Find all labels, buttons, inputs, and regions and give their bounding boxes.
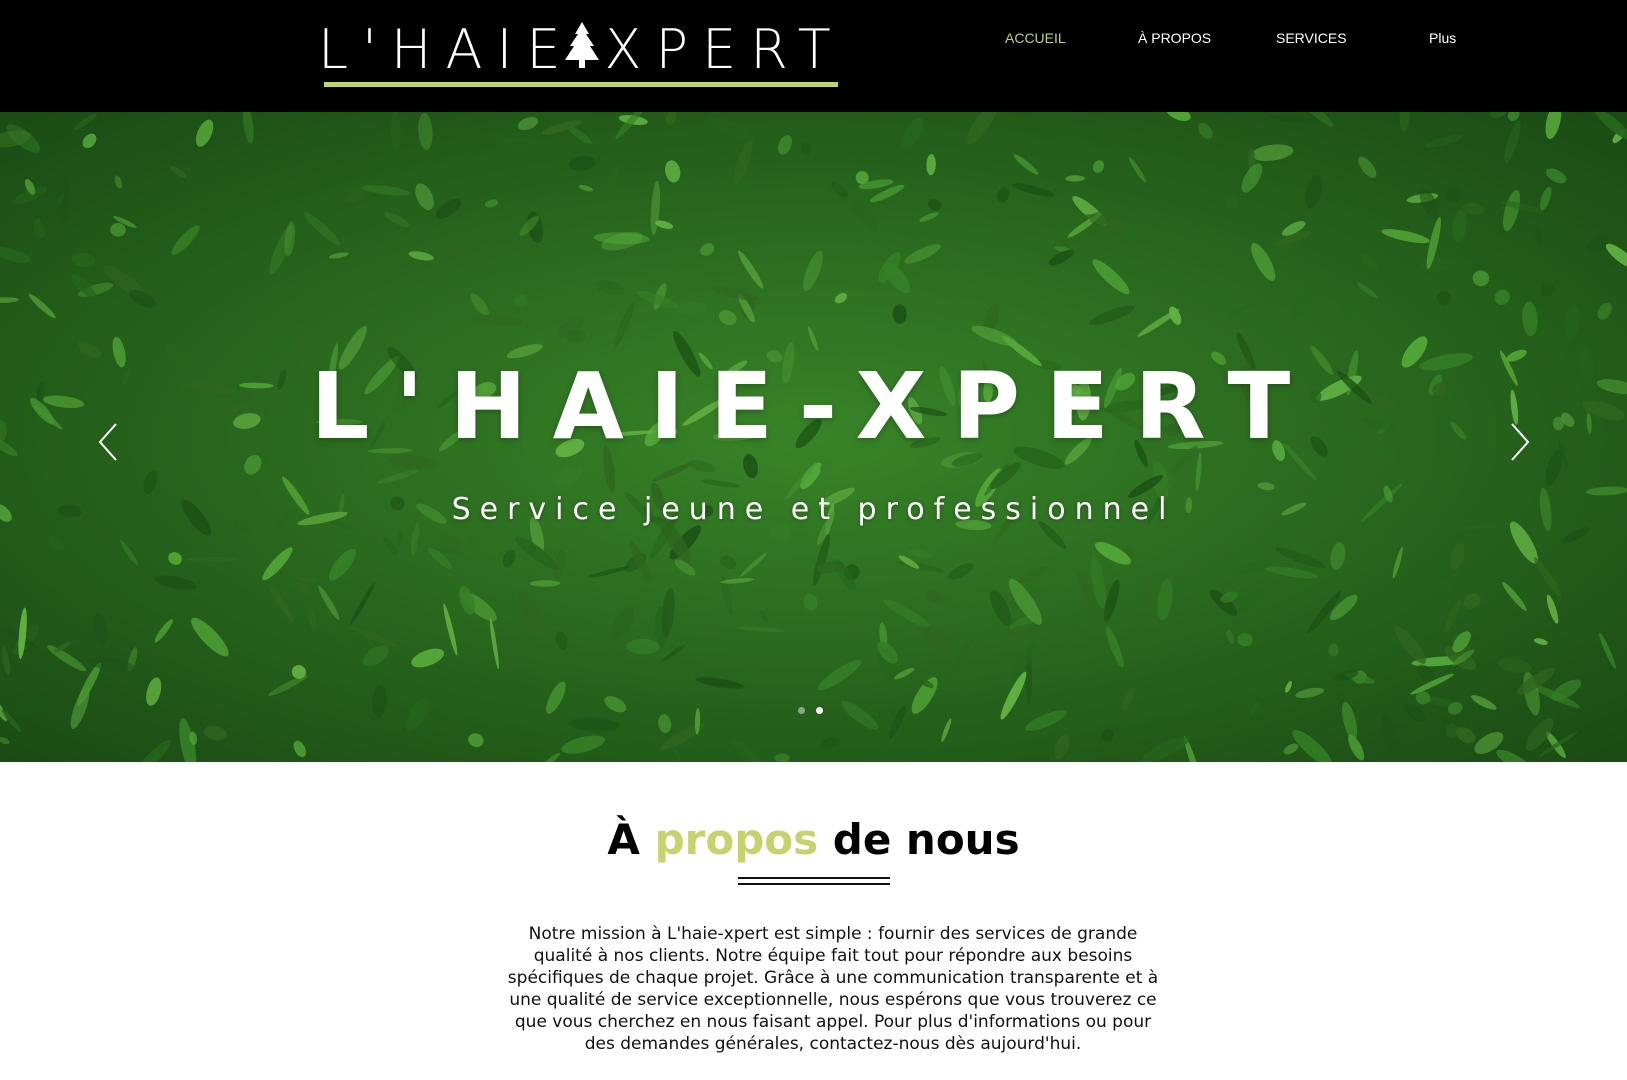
tree-icon — [565, 22, 599, 68]
chevron-right-icon — [1511, 423, 1530, 461]
about-heading-part-1: À — [607, 815, 640, 864]
slideshow-dots — [798, 705, 830, 717]
slide-dot-1[interactable] — [798, 707, 805, 714]
hero-title: L'HAIE-XPERT — [310, 353, 1317, 460]
site-logo[interactable]: L'HAIE XPERT — [318, 14, 838, 92]
hero-subtitle: Service jeune et professionnel — [451, 492, 1176, 527]
chevron-left-icon — [98, 423, 117, 461]
nav-item-services[interactable]: SERVICES — [1276, 26, 1347, 50]
logo-text-part-2: XPERT — [604, 18, 845, 81]
nav-item-plus[interactable]: Plus — [1429, 26, 1456, 50]
about-paragraph: Notre mission à L'haie-xpert est simple … — [507, 924, 1159, 1054]
about-heading-part-2: de nous — [832, 815, 1020, 864]
nav-item-accueil[interactable]: ACCUEIL — [1005, 26, 1066, 50]
about-heading-accent: propos — [654, 815, 819, 864]
nav-item-a-propos[interactable]: À PROPOS — [1138, 26, 1211, 50]
logo-underline — [324, 82, 838, 87]
site-header: L'HAIE XPERT ACCUEIL À PROPOS SERVICES Pl… — [0, 0, 1627, 112]
slideshow-next-button[interactable] — [1500, 412, 1540, 472]
logo-text-part-1: L'HAIE — [318, 18, 575, 81]
heading-double-rule — [738, 877, 890, 885]
slideshow-prev-button[interactable] — [88, 412, 128, 472]
hero-slideshow: L'HAIE-XPERT Service jeune et profession… — [0, 112, 1627, 762]
about-heading: À propos de nous — [0, 808, 1627, 872]
slide-dot-2[interactable] — [816, 707, 823, 714]
